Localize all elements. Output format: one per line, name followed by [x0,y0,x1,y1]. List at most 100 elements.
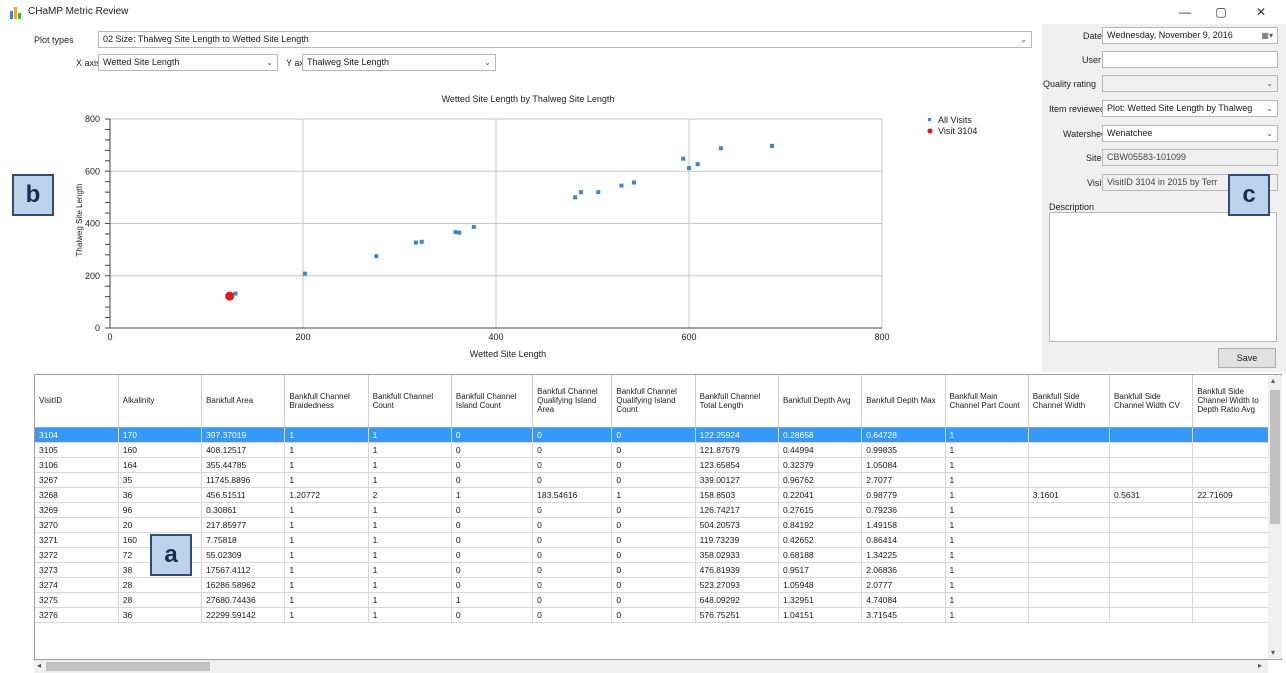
table-cell[interactable]: 3105 [35,442,119,458]
column-header[interactable]: Bankfull Side Channel Width CV [1109,375,1194,428]
table-cell[interactable]: 1 [368,442,452,458]
vertical-scroll-thumb[interactable] [1270,390,1280,524]
table-cell[interactable]: 36 [118,487,203,503]
table-cell[interactable]: 504.20573 [695,517,779,533]
table-cell[interactable]: 1 [368,607,452,623]
table-cell[interactable]: 0.5631 [1109,487,1194,503]
table-cell[interactable]: 358.02933 [695,547,779,563]
table-cell[interactable]: 0 [611,517,696,533]
table-cell[interactable] [1028,427,1111,443]
table-cell[interactable]: 0 [532,517,613,533]
table-cell[interactable]: 1 [284,517,369,533]
table-cell[interactable]: 22299.59142 [201,607,286,623]
table-cell[interactable]: 0 [451,442,534,458]
column-header[interactable]: Bankfull Area [201,375,286,428]
table-cell[interactable]: 0 [532,577,613,593]
table-cell[interactable]: 1 [368,532,452,548]
table-cell[interactable] [1028,547,1111,563]
table-cell[interactable]: 17567.4112 [201,562,286,578]
table-cell[interactable]: 1 [284,547,369,563]
table-cell[interactable]: 0 [451,562,534,578]
table-cell[interactable]: 0.28658 [778,427,863,443]
table-cell[interactable]: 1 [945,442,1029,458]
table-cell[interactable] [1192,442,1277,458]
table-cell[interactable]: 339.00127 [695,472,779,488]
table-row[interactable]: 3272 72 55.02309 1 1 0 0 0 358.02933 0.68188 1.342… [35,547,1281,563]
table-cell[interactable]: 1 [368,502,452,518]
horizontal-scroll-thumb[interactable] [46,662,210,671]
table-cell[interactable] [1028,457,1111,473]
save-button[interactable]: Save [1218,348,1276,368]
date-picker[interactable]: Wednesday, November 9, 2016 ▦▾ [1102,27,1278,44]
item-reviewed-dropdown[interactable]: Plot: Wetted Site Length by Thalweg ⌄ [1102,100,1278,117]
table-cell[interactable]: 355.44785 [201,457,286,473]
table-cell[interactable]: 16286.58962 [201,577,286,593]
table-cell[interactable]: 0.32379 [778,457,863,473]
table-cell[interactable]: 0.96762 [778,472,863,488]
table-cell[interactable]: 1.04151 [778,607,863,623]
minimize-button[interactable]: — [1170,4,1200,20]
table-row[interactable]: 3106 164 355.44785 1 1 0 0 0 123.65854 0.32379 1.0… [35,457,1281,473]
table-row[interactable]: 3271 160 7.75818 1 1 0 0 0 119.73239 0.42652 0.864… [35,532,1281,548]
column-header[interactable]: Bankfull Channel Total Length [695,375,779,428]
table-cell[interactable]: 160 [118,442,203,458]
column-header[interactable]: Bankfull Channel Count [368,375,452,428]
table-cell[interactable]: 20 [118,517,203,533]
table-cell[interactable] [1192,532,1277,548]
table-cell[interactable]: 1 [284,502,369,518]
table-cell[interactable]: 0.9517 [778,562,863,578]
table-cell[interactable]: 3272 [35,547,119,563]
table-cell[interactable]: 183.54616 [532,487,613,503]
column-header[interactable]: Bankfull Side Channel Width to Depth Rat… [1192,375,1277,428]
table-cell[interactable]: 3.71545 [861,607,946,623]
table-cell[interactable]: 0.98779 [861,487,946,503]
table-cell[interactable]: 1.20772 [284,487,369,503]
table-cell[interactable] [1192,427,1277,443]
table-row[interactable]: 3273 38 17567.4112 1 1 0 0 0 476.81939 0.9517 2.06… [35,562,1281,578]
table-cell[interactable]: 0 [451,532,534,548]
table-cell[interactable]: 2.06836 [861,562,946,578]
table-cell[interactable] [1192,517,1277,533]
table-cell[interactable]: 35 [118,472,203,488]
table-cell[interactable]: 1 [284,592,369,608]
table-cell[interactable] [1028,442,1111,458]
table-cell[interactable]: 0 [611,472,696,488]
table-cell[interactable]: 122.25924 [695,427,779,443]
table-cell[interactable]: 0 [532,427,613,443]
column-header[interactable]: Bankfull Channel Qualifying Island Count [611,375,696,428]
table-cell[interactable]: 11745.8896 [201,472,286,488]
table-cell[interactable]: 0 [611,502,696,518]
table-cell[interactable] [1109,472,1194,488]
table-cell[interactable]: 3106 [35,457,119,473]
column-header[interactable]: Bankfull Channel Island Count [451,375,534,428]
plot-types-dropdown[interactable]: 02 Size: Thalweg Site Length to Wetted S… [98,31,1032,48]
table-cell[interactable]: 0 [532,592,613,608]
table-cell[interactable] [1109,427,1194,443]
table-row[interactable]: 3269 96 0.30861 1 1 0 0 0 126.74217 0.27615 0.7923… [35,502,1281,518]
table-cell[interactable]: 3273 [35,562,119,578]
table-cell[interactable]: 0.84192 [778,517,863,533]
table-cell[interactable]: 0 [611,607,696,623]
table-cell[interactable]: 3267 [35,472,119,488]
table-cell[interactable]: 1 [945,547,1029,563]
table-cell[interactable]: 0 [611,562,696,578]
table-cell[interactable]: 1.05948 [778,577,863,593]
table-cell[interactable]: 2.7077 [861,472,946,488]
table-cell[interactable]: 476.81939 [695,562,779,578]
visits-data-grid[interactable]: VisitID Alkalinity Bankfull Area Bankfull C… [34,374,1282,660]
table-cell[interactable]: 1 [945,517,1029,533]
table-cell[interactable]: 0.64728 [861,427,946,443]
table-cell[interactable] [1192,457,1277,473]
table-cell[interactable]: 3271 [35,532,119,548]
table-cell[interactable]: 121.87579 [695,442,779,458]
table-cell[interactable] [1109,457,1194,473]
table-cell[interactable]: 0 [611,442,696,458]
table-cell[interactable]: 0 [611,577,696,593]
table-cell[interactable]: 36 [118,607,203,623]
table-cell[interactable] [1028,577,1111,593]
table-cell[interactable]: 1 [945,532,1029,548]
table-cell[interactable]: 1 [945,562,1029,578]
table-cell[interactable]: 397.37019 [201,427,286,443]
table-cell[interactable]: 0 [451,577,534,593]
table-cell[interactable]: 408.12517 [201,442,286,458]
